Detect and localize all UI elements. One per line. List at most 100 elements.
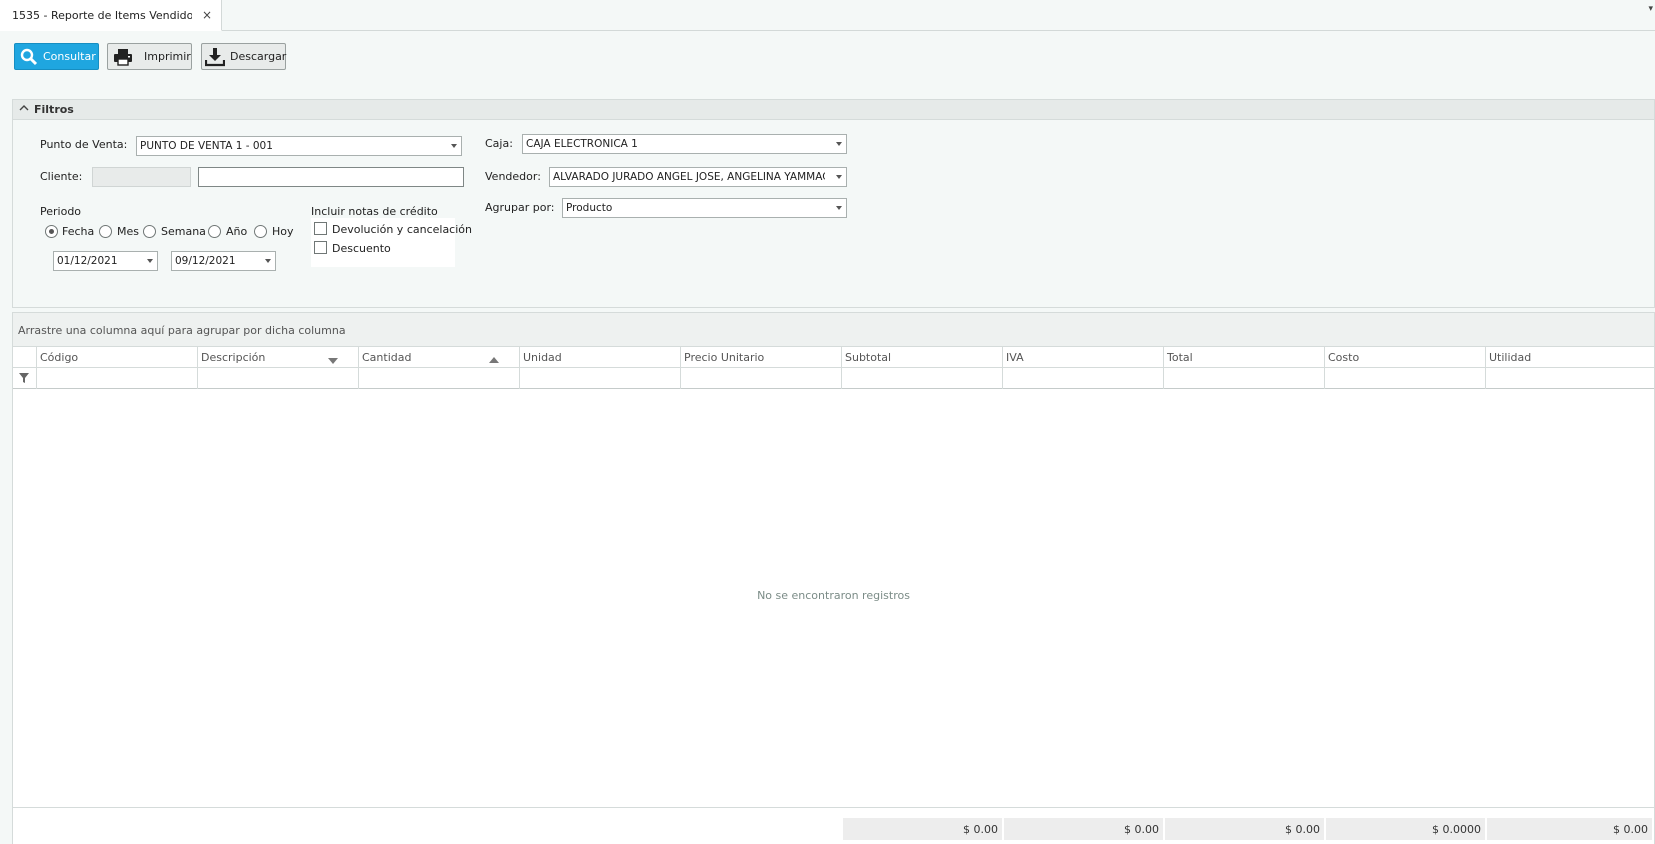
chevron-up-icon[interactable] <box>19 103 29 116</box>
devolucion-label: Devolución y cancelación <box>332 223 472 236</box>
imprimir-label: Imprimir <box>144 50 191 63</box>
tab-reporte-items[interactable]: 1535 - Reporte de Items Vendidos ::. × <box>0 0 222 31</box>
grid-footer: $ 0.00 $ 0.00 $ 0.00 $ 0.0000 $ 0.00 <box>13 807 1654 844</box>
footer-subtotal-value: $ 0.00 <box>963 823 998 836</box>
chevron-down-icon <box>836 175 842 179</box>
descargar-button[interactable]: Descargar <box>201 43 286 70</box>
chevron-down-icon <box>451 144 457 148</box>
caja-select[interactable]: CAJA ELECTRONICA 1 <box>522 134 847 154</box>
chevron-down-icon <box>836 206 842 210</box>
consultar-label: Consultar <box>43 50 96 63</box>
tab-title: 1535 - Reporte de Items Vendidos ::. <box>12 9 192 22</box>
download-icon <box>205 47 225 67</box>
col-header-label: Total <box>1167 351 1193 364</box>
col-header-label: Precio Unitario <box>684 351 765 364</box>
col-header-cantidad[interactable]: Cantidad <box>358 347 519 368</box>
sort-ascending-icon <box>489 353 499 366</box>
consultar-button[interactable]: Consultar <box>14 43 99 70</box>
col-header-unidad[interactable]: Unidad <box>519 347 680 368</box>
footer-costo: $ 0.0000 <box>1326 818 1485 840</box>
filter-cell-utilidad[interactable] <box>1485 368 1654 389</box>
radio-anio-label: Año <box>226 225 248 238</box>
filter-cell-unidad[interactable] <box>519 368 680 389</box>
fecha-hasta-value: 09/12/2021 <box>175 255 236 267</box>
punto-venta-label: Punto de Venta: <box>40 138 128 151</box>
caja-value: CAJA ELECTRONICA 1 <box>526 138 638 150</box>
fecha-desde-value: 01/12/2021 <box>57 255 118 267</box>
punto-venta-select[interactable]: PUNTO DE VENTA 1 - 001 <box>136 136 462 156</box>
col-header-codigo[interactable]: Código <box>36 347 197 368</box>
tab-strip: 1535 - Reporte de Items Vendidos ::. × ▾ <box>0 0 1655 31</box>
descargar-label: Descargar <box>230 50 287 63</box>
footer-total: $ 0.00 <box>1165 818 1324 840</box>
col-header-label: Costo <box>1328 351 1360 364</box>
footer-subtotal: $ 0.00 <box>843 818 1002 840</box>
radio-hoy[interactable] <box>254 225 267 238</box>
agrupar-value: Producto <box>566 202 613 214</box>
col-header-label: Descripción <box>201 351 266 364</box>
radio-hoy-label: Hoy <box>272 225 294 238</box>
imprimir-button[interactable]: Imprimir <box>107 43 192 70</box>
col-header-precio-unitario[interactable]: Precio Unitario <box>680 347 841 368</box>
filters-header[interactable]: Filtros <box>13 100 1654 120</box>
radio-fecha-label: Fecha <box>62 225 95 238</box>
chevron-down-icon <box>836 142 842 146</box>
close-icon[interactable]: × <box>202 8 212 22</box>
notas-credito-label: Incluir notas de crédito <box>311 205 438 218</box>
search-icon <box>20 48 38 66</box>
row-indicator-header <box>13 347 36 368</box>
vendedor-select[interactable]: ALVARADO JURADO ANGEL JOSE, ANGELINA YAM… <box>549 167 847 187</box>
radio-mes-label: Mes <box>117 225 139 238</box>
cliente-name-field[interactable] <box>198 167 464 187</box>
group-by-panel[interactable]: Arrastre una columna aquí para agrupar p… <box>13 313 1654 347</box>
col-header-label: Utilidad <box>1489 351 1532 364</box>
filter-cell-iva[interactable] <box>1002 368 1163 389</box>
cliente-code-field <box>92 167 191 187</box>
punto-venta-value: PUNTO DE VENTA 1 - 001 <box>140 140 273 152</box>
radio-mes[interactable] <box>99 225 112 238</box>
footer-iva: $ 0.00 <box>1004 818 1163 840</box>
col-header-descripcion[interactable]: Descripción <box>197 347 358 368</box>
filter-cell-descripcion[interactable] <box>197 368 358 389</box>
radio-anio[interactable] <box>208 225 221 238</box>
footer-utilidad: $ 0.00 <box>1487 818 1652 840</box>
descuento-checkbox[interactable] <box>314 241 327 254</box>
filters-title: Filtros <box>34 103 74 116</box>
filter-cell-costo[interactable] <box>1324 368 1485 389</box>
filter-icon[interactable] <box>19 373 29 386</box>
printer-icon <box>113 48 133 66</box>
group-by-hint: Arrastre una columna aquí para agrupar p… <box>18 324 346 337</box>
results-grid: Arrastre una columna aquí para agrupar p… <box>12 312 1655 844</box>
filter-cell-codigo[interactable] <box>36 368 197 389</box>
filter-cell-total[interactable] <box>1163 368 1324 389</box>
col-header-total[interactable]: Total <box>1163 347 1324 368</box>
radio-semana-label: Semana <box>161 225 206 238</box>
vendedor-label: Vendedor: <box>485 170 541 183</box>
filter-cell-subtotal[interactable] <box>841 368 1002 389</box>
radio-fecha[interactable] <box>45 225 58 238</box>
col-header-subtotal[interactable]: Subtotal <box>841 347 1002 368</box>
chevron-down-icon <box>147 259 153 263</box>
chevron-down-icon[interactable]: ▾ <box>1648 4 1653 14</box>
filters-panel: Filtros Punto de Venta: PUNTO DE VENTA 1… <box>12 99 1655 308</box>
agrupar-select[interactable]: Producto <box>562 198 847 218</box>
filter-cell-cantidad[interactable] <box>358 368 519 389</box>
descuento-label: Descuento <box>332 242 391 255</box>
devolucion-checkbox[interactable] <box>314 222 327 235</box>
empty-message: No se encontraron registros <box>757 589 910 602</box>
col-header-label: Código <box>40 351 79 364</box>
col-header-costo[interactable]: Costo <box>1324 347 1485 368</box>
col-header-iva[interactable]: IVA <box>1002 347 1163 368</box>
agrupar-label: Agrupar por: <box>485 201 555 214</box>
chevron-down-icon <box>265 259 271 263</box>
radio-semana[interactable] <box>143 225 156 238</box>
sort-descending-icon <box>328 354 338 367</box>
fecha-desde-picker[interactable]: 01/12/2021 <box>53 251 158 271</box>
periodo-label: Periodo <box>40 205 82 218</box>
fecha-hasta-picker[interactable]: 09/12/2021 <box>171 251 276 271</box>
footer-total-value: $ 0.00 <box>1285 823 1320 836</box>
col-header-label: Subtotal <box>845 351 892 364</box>
filter-cell-precio-unitario[interactable] <box>680 368 841 389</box>
col-header-utilidad[interactable]: Utilidad <box>1485 347 1654 368</box>
footer-costo-value: $ 0.0000 <box>1432 823 1481 836</box>
